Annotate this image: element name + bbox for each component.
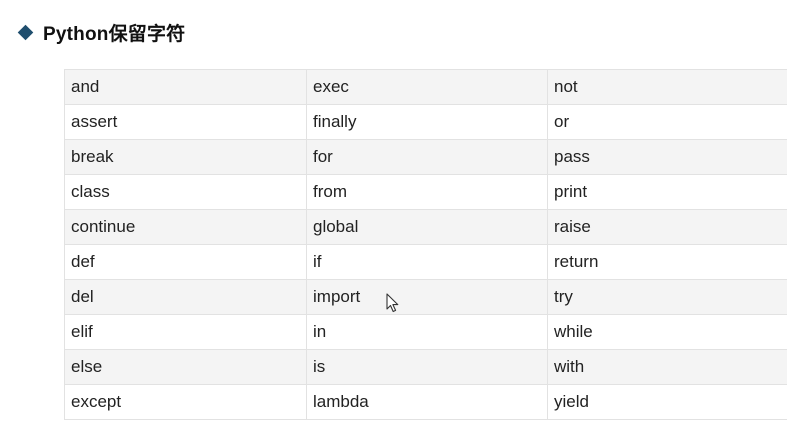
table-cell: def [64, 244, 307, 280]
table-cell: or [547, 104, 787, 140]
table-cell: is [306, 349, 548, 385]
table-cell: with [547, 349, 787, 385]
table-cell: break [64, 139, 307, 175]
table-cell: and [64, 69, 307, 105]
table-cell: continue [64, 209, 307, 245]
table-row: and exec not [64, 69, 787, 105]
table-cell: assert [64, 104, 307, 140]
table-cell: try [547, 279, 787, 315]
table-cell: finally [306, 104, 548, 140]
table-cell: from [306, 174, 548, 210]
table-row: else is with [64, 349, 787, 385]
page-title: Python保留字符 [43, 23, 186, 45]
table-row: except lambda yield [64, 384, 787, 420]
table-cell: lambda [306, 384, 548, 420]
table-cell: yield [547, 384, 787, 420]
table-cell: except [64, 384, 307, 420]
diamond-bullet-icon [17, 24, 34, 40]
table-row: break for pass [64, 139, 787, 175]
section-heading: Python保留字符 [17, 19, 186, 45]
table-cell: if [306, 244, 548, 280]
table-cell: not [547, 69, 787, 105]
table-cell: elif [64, 314, 307, 350]
table-row: assert finally or [64, 104, 787, 140]
table-cell: raise [547, 209, 787, 245]
table-row: continue global raise [64, 209, 787, 245]
keywords-table-container: and exec not assert finally or break for… [64, 69, 787, 420]
table-row: del import try [64, 279, 787, 315]
table-cell: pass [547, 139, 787, 175]
table-cell: exec [306, 69, 548, 105]
table-cell: print [547, 174, 787, 210]
table-cell: while [547, 314, 787, 350]
table-cell: class [64, 174, 307, 210]
table-cell: del [64, 279, 307, 315]
table-row: def if return [64, 244, 787, 280]
table-row: class from print [64, 174, 787, 210]
mouse-pointer-icon [386, 293, 399, 313]
table-cell: global [306, 209, 548, 245]
table-row: elif in while [64, 314, 787, 350]
keywords-table: and exec not assert finally or break for… [64, 69, 787, 420]
table-cell: import [306, 279, 548, 315]
table-cell: in [306, 314, 548, 350]
table-cell: return [547, 244, 787, 280]
table-cell: else [64, 349, 307, 385]
table-cell: for [306, 139, 548, 175]
